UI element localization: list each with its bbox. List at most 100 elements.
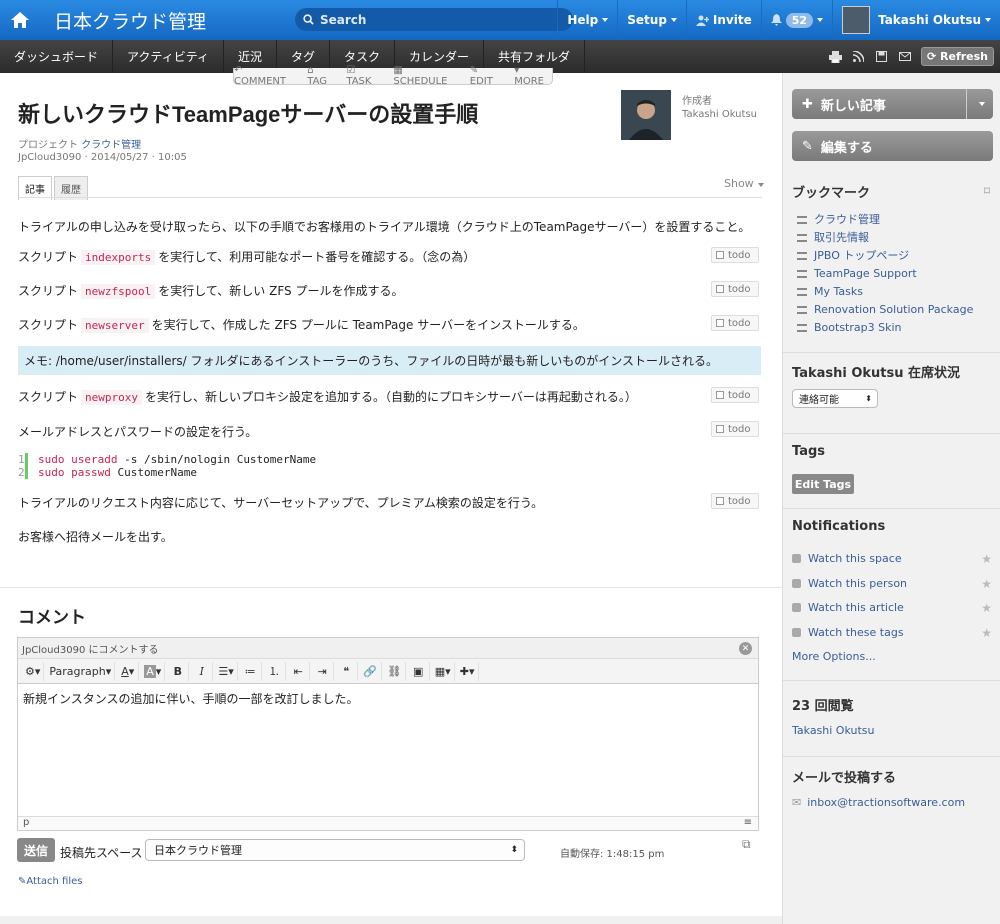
mail-address-link[interactable]: ✉ inbox@tractionsoftware.com bbox=[792, 796, 965, 809]
step-text: を実行して、作成した ZFS プールに TeamPage サーバーをインストール… bbox=[151, 318, 585, 332]
bookmark-item[interactable]: TeamPage Support bbox=[797, 265, 973, 283]
bookmark-label: Bootstrap3 Skin bbox=[814, 321, 902, 334]
align-icon[interactable]: ☰▾ bbox=[215, 661, 238, 681]
indent-icon[interactable]: ⇥ bbox=[312, 661, 334, 681]
outdent-icon[interactable]: ⇤ bbox=[288, 661, 310, 681]
bookmark-item[interactable]: JPBO トップページ bbox=[797, 247, 973, 265]
setup-menu[interactable]: Setup bbox=[617, 0, 686, 40]
star-icon[interactable]: ★ bbox=[981, 552, 992, 566]
search-input[interactable]: Search bbox=[295, 8, 573, 31]
quote-icon[interactable]: ❝ bbox=[336, 661, 358, 681]
tag-action-label: TAG bbox=[307, 76, 327, 87]
schedule-action[interactable]: ▦ SCHEDULE bbox=[393, 65, 459, 87]
project-link[interactable]: クラウド管理 bbox=[81, 140, 141, 151]
list-icon bbox=[797, 216, 807, 224]
more-options-link[interactable]: More Options... bbox=[792, 650, 876, 663]
mail-icon[interactable] bbox=[898, 50, 912, 64]
popout-icon[interactable]: ⧉ bbox=[742, 837, 751, 852]
todo-checkbox[interactable]: todo bbox=[711, 247, 759, 263]
notifications-button[interactable]: 52 bbox=[760, 0, 832, 40]
bookmark-item[interactable]: 取引先情報 bbox=[797, 229, 973, 247]
paragraph-select[interactable]: Paragraph ▾ bbox=[46, 661, 116, 681]
inline-code: newzfspool bbox=[81, 284, 156, 299]
author-name[interactable]: Takashi Okutsu bbox=[682, 108, 757, 121]
app-title[interactable]: 日本クラウド管理 bbox=[54, 7, 294, 34]
help-menu[interactable]: Help bbox=[557, 0, 617, 40]
watch-tags-link[interactable]: Watch these tags ★ bbox=[792, 626, 992, 640]
new-article-dropdown[interactable] bbox=[966, 89, 993, 119]
todo-checkbox[interactable]: todo bbox=[711, 387, 759, 403]
author-avatar[interactable] bbox=[621, 90, 671, 140]
edit-button[interactable]: ✎ 編集する bbox=[792, 131, 993, 161]
refresh-button[interactable]: ⟳ Refresh bbox=[920, 47, 994, 66]
tag-action[interactable]: ⌂ TAG bbox=[307, 65, 336, 87]
bookmark-item[interactable]: My Tasks bbox=[797, 283, 973, 301]
step-text: スクリプト bbox=[18, 390, 79, 404]
bookmark-list: クラウド管理 取引先情報 JPBO トップページ TeamPage Suppor… bbox=[797, 211, 973, 337]
save-icon[interactable] bbox=[875, 50, 889, 64]
rss-icon[interactable] bbox=[852, 50, 866, 64]
resize-icon[interactable]: ≡ bbox=[744, 817, 752, 828]
task-action[interactable]: ☑ TASK bbox=[346, 65, 383, 87]
bold-icon[interactable]: B bbox=[167, 661, 190, 681]
presence-value: 連絡可能 bbox=[799, 395, 839, 406]
italic-icon[interactable]: I bbox=[191, 661, 214, 681]
bell-icon bbox=[770, 14, 782, 26]
watch-space-link[interactable]: Watch this space ★ bbox=[792, 552, 992, 566]
sidebar: ✚ 新しい記事 ✎ 編集する ブックマーク ⌑ クラウド管理 取引先情報 JPBO … bbox=[782, 73, 1000, 924]
table-icon[interactable]: ▦▾ bbox=[432, 661, 455, 681]
post-space-value: 日本クラウド管理 bbox=[154, 844, 242, 857]
nav-activity[interactable]: アクティビティ bbox=[113, 40, 224, 73]
bookmark-item[interactable]: Bootstrap3 Skin bbox=[797, 319, 973, 337]
link-icon[interactable]: 🔗 bbox=[360, 661, 382, 681]
post-space-select[interactable]: 日本クラウド管理 ⬍ bbox=[145, 839, 525, 861]
comment-editor: JpCloud3090 にコメントする ✕ ⚙▾ Paragraph ▾ A ▾ A ▾… bbox=[17, 637, 759, 831]
star-icon[interactable]: ★ bbox=[981, 626, 992, 640]
home-icon[interactable] bbox=[0, 0, 40, 40]
author-label: 作成者 bbox=[682, 96, 712, 107]
more-action[interactable]: ▾ MORE bbox=[514, 65, 552, 87]
viewer-link[interactable]: Takashi Okutsu bbox=[792, 724, 875, 737]
bookmark-item[interactable]: クラウド管理 bbox=[797, 211, 973, 229]
bookmark-icon[interactable]: ⌑ bbox=[984, 184, 990, 198]
attach-files-link[interactable]: ✎Attach files bbox=[18, 876, 82, 887]
bookmark-item[interactable]: Renovation Solution Package bbox=[797, 301, 973, 319]
numbered-list-icon[interactable]: ⒈ bbox=[264, 661, 286, 681]
todo-checkbox[interactable]: todo bbox=[711, 315, 759, 331]
edit-tags-button[interactable]: Edit Tags bbox=[792, 474, 854, 494]
watch-person-link[interactable]: Watch this person ★ bbox=[792, 577, 992, 591]
print-icon[interactable] bbox=[829, 50, 843, 64]
invite-button[interactable]: Invite bbox=[685, 0, 761, 40]
star-icon[interactable]: ★ bbox=[981, 577, 992, 591]
todo-checkbox[interactable]: todo bbox=[711, 493, 759, 509]
user-menu[interactable]: Takashi Okutsu bbox=[832, 0, 1000, 40]
sidebar-divider bbox=[783, 433, 1000, 434]
chevron-down-icon bbox=[757, 183, 764, 187]
new-article-button[interactable]: ✚ 新しい記事 bbox=[792, 89, 993, 119]
star-icon[interactable]: ★ bbox=[981, 601, 992, 615]
intro-text: トライアルの申し込みを受け取ったら、以下の手順でお客様用のトライアル環境（クラウ… bbox=[18, 220, 751, 234]
highlight-color-icon[interactable]: A ▾ bbox=[141, 661, 166, 681]
comment-textarea[interactable]: 新規インスタンスの追加に伴い、手順の一部を改訂しました。 bbox=[18, 684, 758, 713]
bookmarks-heading: ブックマーク bbox=[792, 186, 871, 201]
image-icon[interactable]: ▣ bbox=[408, 661, 430, 681]
watch-article-link[interactable]: Watch this article ★ bbox=[792, 601, 992, 615]
todo-checkbox[interactable]: todo bbox=[711, 421, 759, 437]
edit-action[interactable]: ✎ EDIT bbox=[470, 65, 504, 87]
nav-dashboard[interactable]: ダッシュボード bbox=[0, 40, 114, 73]
unlink-icon[interactable]: ⛓ bbox=[384, 661, 406, 681]
close-icon[interactable]: ✕ bbox=[739, 642, 752, 655]
todo-checkbox[interactable]: todo bbox=[711, 281, 759, 297]
plugin-icon[interactable]: ✚▾ bbox=[457, 661, 479, 681]
article-action-bar: ↶ COMMENT ⌂ TAG ☑ TASK ▦ SCHEDULE ✎ EDIT… bbox=[233, 65, 553, 87]
show-menu[interactable]: Show bbox=[724, 177, 764, 190]
presence-select[interactable]: 連絡可能 ⬍ bbox=[792, 389, 878, 408]
bullet-list-icon[interactable]: ≔ bbox=[240, 661, 262, 681]
gear-icon[interactable]: ⚙▾ bbox=[22, 661, 45, 681]
step-text: スクリプト bbox=[18, 318, 79, 332]
step-4: スクリプト newproxy を実行し、新しいプロキシ設定を追加する。（自動的にプロ… bbox=[18, 388, 718, 405]
comment-action[interactable]: ↶ COMMENT bbox=[234, 65, 297, 87]
memo-note: メモ: /home/user/installers/ フォルダにあるインストーラ… bbox=[18, 346, 761, 375]
text-color-icon[interactable]: A ▾ bbox=[117, 661, 140, 681]
submit-button[interactable]: 送信 bbox=[17, 838, 55, 862]
